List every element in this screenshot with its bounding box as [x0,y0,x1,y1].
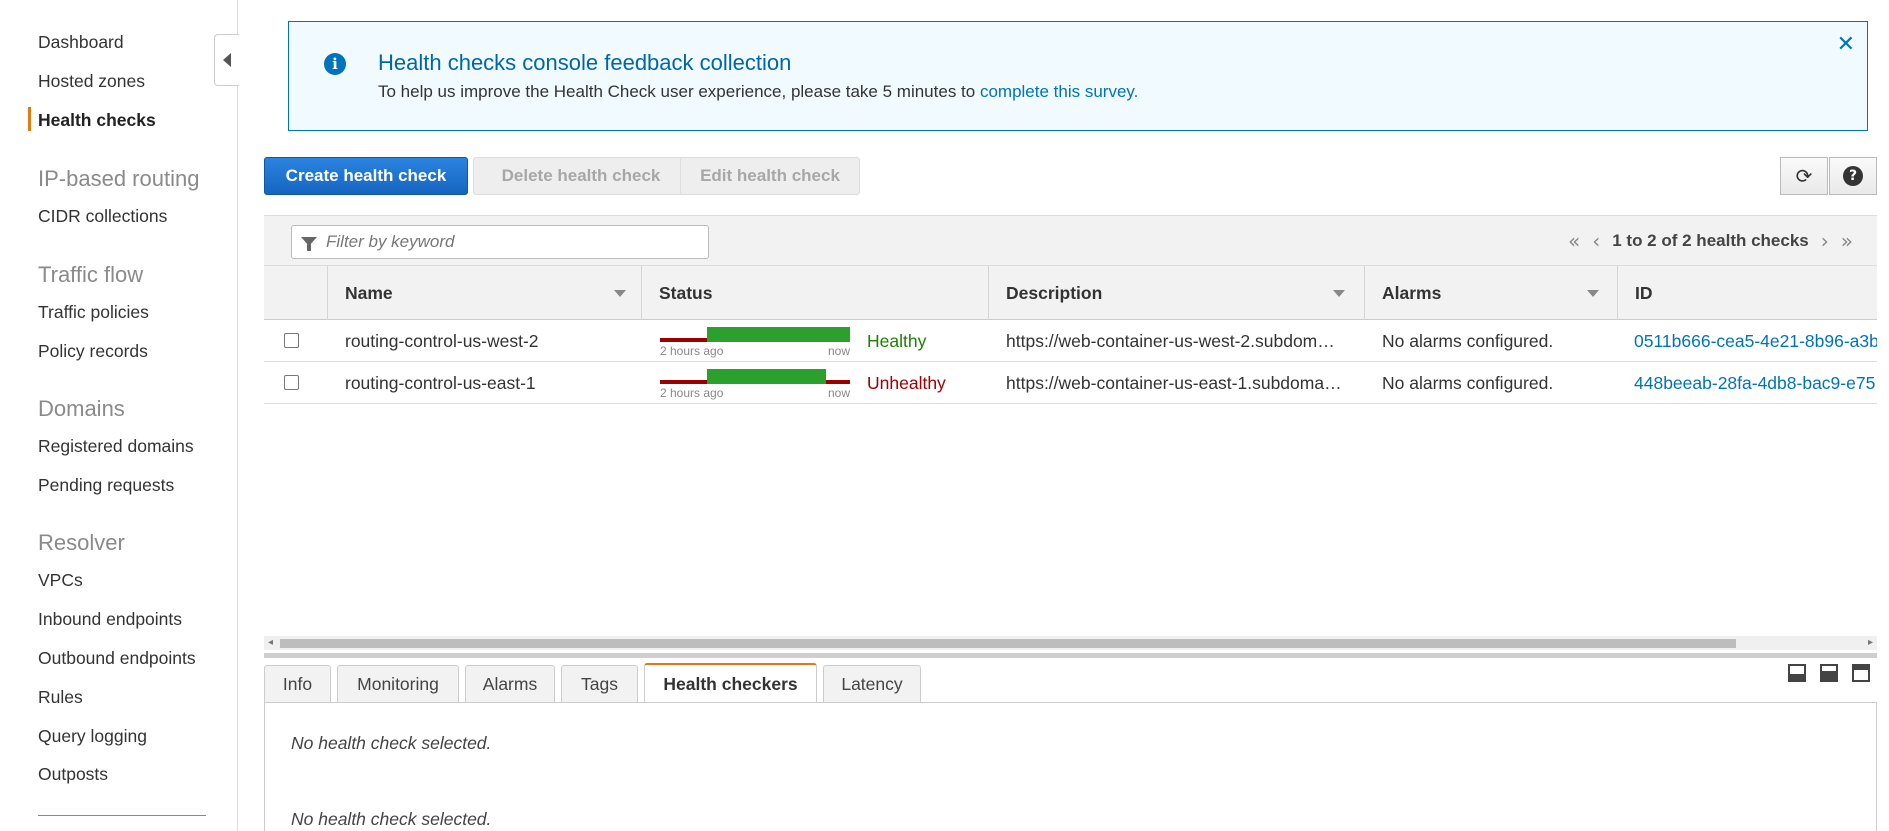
column-header-name[interactable]: Name [327,266,641,320]
tab-latency[interactable]: Latency [823,665,921,703]
sidebar-item-outbound-endpoints[interactable]: Outbound endpoints [38,648,196,669]
first-page-icon[interactable]: « [1568,229,1580,253]
filter-input[interactable] [324,230,694,254]
sidebar-item-outposts[interactable]: Outposts [38,764,108,785]
tab-info[interactable]: Info [264,665,331,703]
edit-health-check-button[interactable]: Edit health check [680,157,860,195]
close-icon[interactable]: ✕ [1837,32,1855,57]
column-header-id[interactable]: ID [1617,266,1877,320]
status-badge: Healthy [867,331,927,351]
panel-maximize-icon[interactable] [1852,664,1870,682]
sidebar-item-hosted-zones[interactable]: Hosted zones [38,71,145,92]
column-header-alarms[interactable]: Alarms [1364,266,1617,320]
health-check-name: routing-control-us-west-2 [345,331,539,351]
sidebar-item-dashboard[interactable]: Dashboard [38,32,124,53]
delete-health-check-button[interactable]: Delete health check [473,157,689,195]
sidebar-item-health-checks[interactable]: Health checks [38,110,156,131]
sidebar-item-traffic-policies[interactable]: Traffic policies [38,302,149,323]
health-check-alarms: No alarms configured. [1382,373,1554,393]
sidebar-item-registered-domains[interactable]: Registered domains [38,436,194,457]
details-panel: No health check selected. No health chec… [264,702,1877,831]
health-check-name: routing-control-us-east-1 [345,373,536,393]
sidebar-heading-domains: Domains [38,396,125,421]
help-button[interactable]: ? [1829,157,1877,195]
row-checkbox[interactable] [284,333,299,348]
sort-caret-icon[interactable] [1587,290,1599,297]
sidebar-item-query-logging[interactable]: Query logging [38,726,147,747]
column-header-description[interactable]: Description [988,266,1364,320]
panel-minimize-icon[interactable] [1788,664,1806,682]
survey-link[interactable]: complete this survey [980,82,1134,101]
scrollbar-thumb[interactable] [280,639,1736,648]
tab-monitoring[interactable]: Monitoring [337,665,459,703]
banner-title: Health checks console feedback collectio… [378,50,792,75]
status-sparkline: 2 hours ago now [660,369,850,400]
sidebar-item-policy-records[interactable]: Policy records [38,341,148,362]
status-badge: Unhealthy [867,373,946,393]
sidebar-item-vpcs[interactable]: VPCs [38,570,83,591]
sidebar-item-cidr-collections[interactable]: CIDR collections [38,206,167,227]
help-icon: ? [1843,166,1863,186]
tab-health-checkers[interactable]: Health checkers [644,663,817,703]
empty-state-message: No health check selected. [291,809,492,829]
caret-left-icon [223,53,231,67]
health-check-id-link[interactable]: 0511b666-cea5-4e21-8b96-a3b [1634,320,1877,362]
active-indicator [28,107,31,131]
create-health-check-button[interactable]: Create health check [264,157,468,195]
sidebar-heading-ip-based-routing: IP-based routing [38,166,200,191]
prev-page-icon[interactable]: ‹ [1592,229,1600,253]
health-check-alarms: No alarms configured. [1382,331,1554,351]
table-header: Name Status Description Alarms ID [264,266,1877,320]
last-page-icon[interactable]: » [1841,229,1853,253]
sidebar-heading-resolver: Resolver [38,530,125,555]
tab-alarms[interactable]: Alarms [465,665,555,703]
sidebar: Dashboard Hosted zones Health checks IP-… [0,0,238,831]
table-row[interactable]: routing-control-us-west-2 2 hours ago no… [264,320,1877,362]
row-checkbox[interactable] [284,375,299,390]
pagination-summary: 1 to 2 of 2 health checks [1612,231,1809,250]
banner-message-end: . [1133,82,1139,101]
sidebar-item-rules[interactable]: Rules [38,687,83,708]
panel-resize-handle[interactable] [264,653,1877,658]
empty-state-message: No health check selected. [291,733,492,753]
table-row[interactable]: routing-control-us-east-1 2 hours ago no… [264,362,1877,404]
refresh-button[interactable]: ⟳ [1780,157,1828,195]
column-header-status[interactable]: Status [641,266,988,320]
collapse-sidebar-button[interactable] [214,34,239,86]
sort-caret-icon[interactable] [1333,290,1345,297]
sidebar-item-inbound-endpoints[interactable]: Inbound endpoints [38,609,182,630]
refresh-icon: ⟳ [1795,164,1813,188]
pagination: « ‹ 1 to 2 of 2 health checks › » [1562,229,1859,253]
health-check-description: https://web-container-us-east-1.subdoma… [1006,373,1342,393]
sidebar-heading-traffic-flow: Traffic flow [38,262,144,287]
status-sparkline: 2 hours ago now [660,327,850,358]
filter-bar: « ‹ 1 to 2 of 2 health checks › » [264,215,1877,266]
tab-tags[interactable]: Tags [561,665,638,703]
sidebar-item-pending-requests[interactable]: Pending requests [38,475,174,496]
health-check-description: https://web-container-us-west-2.subdom… [1006,331,1335,351]
info-icon: i [324,53,346,75]
horizontal-scrollbar[interactable]: ◂ ▸ [264,636,1877,650]
health-check-id-link[interactable]: 448beeab-28fa-4db8-bac9-e75 [1634,362,1877,404]
scroll-left-icon[interactable]: ◂ [268,636,273,650]
panel-half-icon[interactable] [1820,664,1838,682]
scroll-right-icon[interactable]: ▸ [1868,636,1873,650]
filter-box[interactable] [291,225,709,259]
sidebar-divider [38,815,206,816]
next-page-icon[interactable]: › [1821,229,1829,253]
feedback-banner: i Health checks console feedback collect… [288,21,1868,131]
sort-caret-icon[interactable] [614,290,626,297]
banner-message: To help us improve the Health Check user… [378,82,1139,101]
